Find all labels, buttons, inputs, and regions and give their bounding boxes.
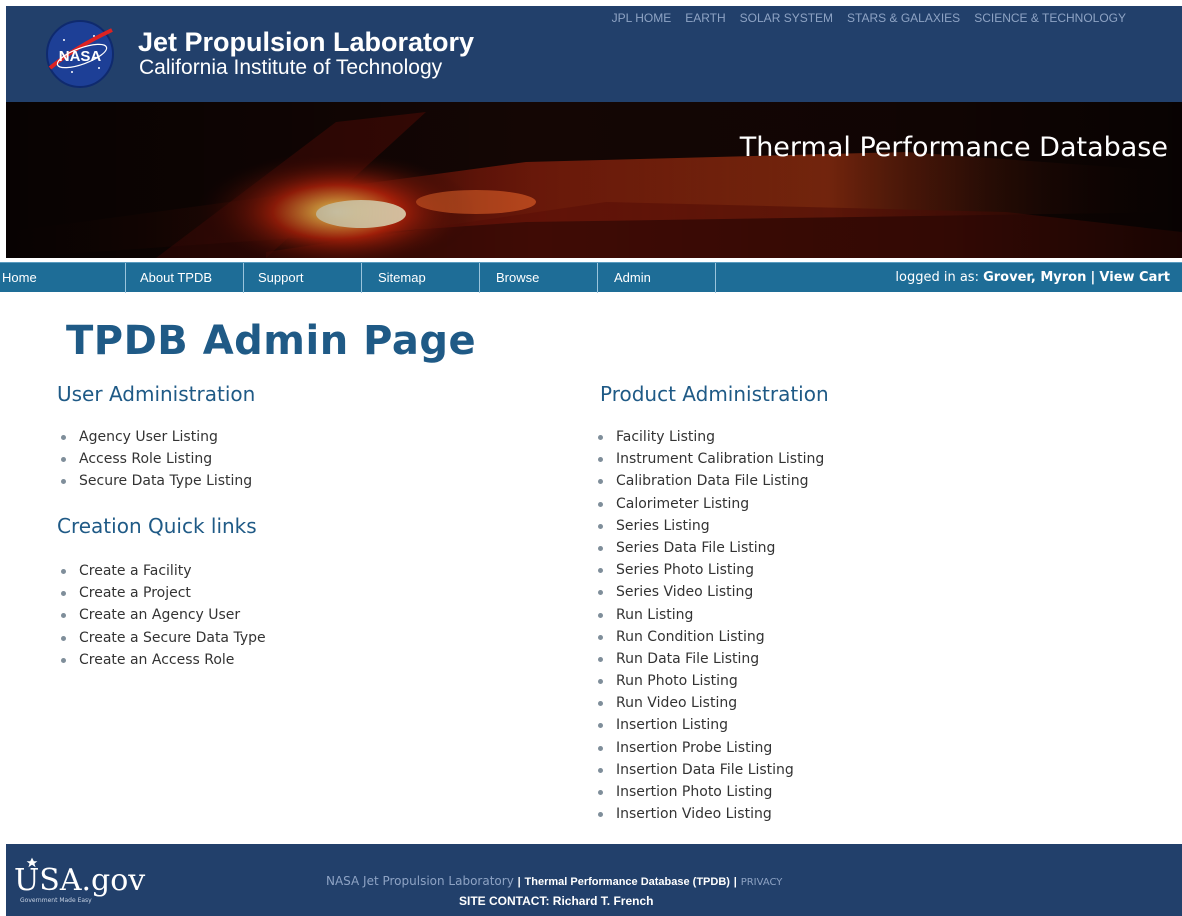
- nasa-logo[interactable]: NASA: [44, 18, 116, 90]
- bullet-icon: [598, 812, 603, 818]
- nav-about-tpdb[interactable]: About TPDB: [126, 263, 244, 293]
- link-create-secure-data-type[interactable]: Create a Secure Data Type: [57, 627, 266, 649]
- link-run-condition-listing[interactable]: Run Condition Listing: [594, 626, 824, 648]
- link-series-video-listing[interactable]: Series Video Listing: [594, 581, 824, 603]
- nav-browse[interactable]: Browse: [480, 263, 598, 293]
- link-series-photo-listing[interactable]: Series Photo Listing: [594, 559, 824, 581]
- link-run-listing[interactable]: Run Listing: [594, 604, 824, 626]
- link-create-agency-user[interactable]: Create an Agency User: [57, 604, 266, 626]
- link-insertion-photo-listing[interactable]: Insertion Photo Listing: [594, 781, 824, 803]
- link-insertion-video-listing[interactable]: Insertion Video Listing: [594, 803, 824, 825]
- nav-admin[interactable]: Admin: [598, 263, 716, 293]
- user-admin-list: Agency User Listing Access Role Listing …: [57, 426, 252, 493]
- bullet-icon: [61, 479, 66, 485]
- bullet-icon: [598, 723, 603, 729]
- svg-text:NASA: NASA: [59, 48, 102, 65]
- link-secure-data-type-listing[interactable]: Secure Data Type Listing: [57, 470, 252, 492]
- jpl-title[interactable]: Jet Propulsion Laboratory: [138, 28, 474, 56]
- bullet-icon: [598, 545, 603, 551]
- footer-site-contact[interactable]: SITE CONTACT: Richard T. French: [459, 894, 653, 908]
- link-agency-user-listing[interactable]: Agency User Listing: [57, 426, 252, 448]
- link-run-data-file-listing[interactable]: Run Data File Listing: [594, 648, 824, 670]
- bullet-icon: [598, 656, 603, 662]
- top-links: JPL HOME EARTH SOLAR SYSTEM STARS & GALA…: [612, 11, 1126, 25]
- page-title: TPDB Admin Page: [66, 318, 477, 364]
- product-admin-list: Facility Listing Instrument Calibration …: [594, 426, 824, 825]
- bullet-icon: [598, 479, 603, 485]
- bullet-icon: [598, 457, 603, 463]
- footer-privacy-link[interactable]: PRIVACY: [741, 877, 783, 888]
- bullet-icon: [598, 568, 603, 574]
- top-link-earth[interactable]: EARTH: [685, 11, 725, 25]
- bullet-icon: [598, 501, 603, 507]
- bullet-icon: [61, 591, 66, 597]
- user-admin-heading: User Administration: [57, 382, 256, 406]
- bullet-icon: [598, 679, 603, 685]
- footer-sep-1: |: [517, 876, 521, 888]
- login-status: logged in as: Grover, Myron | View Cart: [895, 263, 1170, 293]
- link-instrument-calibration-listing[interactable]: Instrument Calibration Listing: [594, 448, 824, 470]
- view-cart-link[interactable]: View Cart: [1099, 270, 1170, 285]
- top-link-solar-system[interactable]: SOLAR SYSTEM: [740, 11, 833, 25]
- banner-image: [6, 102, 1182, 258]
- nav-sitemap[interactable]: Sitemap: [362, 263, 480, 293]
- link-access-role-listing[interactable]: Access Role Listing: [57, 448, 252, 470]
- banner: Thermal Performance Database: [6, 102, 1182, 258]
- usa-gov-logo[interactable]: USA.gov Government Made Easy: [12, 856, 182, 906]
- top-link-stars-galaxies[interactable]: STARS & GALAXIES: [847, 11, 960, 25]
- bullet-icon: [61, 635, 66, 641]
- bullet-icon: [598, 701, 603, 707]
- link-calorimeter-listing[interactable]: Calorimeter Listing: [594, 493, 824, 515]
- bullet-icon: [61, 435, 66, 440]
- link-series-data-file-listing[interactable]: Series Data File Listing: [594, 537, 824, 559]
- login-separator: |: [1090, 270, 1096, 285]
- creation-quick-links-heading: Creation Quick links: [57, 514, 257, 538]
- link-create-project[interactable]: Create a Project: [57, 582, 266, 604]
- bullet-icon: [598, 790, 603, 795]
- user-name-link[interactable]: Grover, Myron: [983, 270, 1086, 285]
- bullet-icon: [598, 612, 603, 618]
- footer-tpdb-text: Thermal Performance Database (TPDB): [524, 876, 730, 888]
- link-series-listing[interactable]: Series Listing: [594, 515, 824, 537]
- link-insertion-listing[interactable]: Insertion Listing: [594, 714, 824, 736]
- bullet-icon: [598, 634, 603, 640]
- link-create-facility[interactable]: Create a Facility: [57, 560, 266, 582]
- link-insertion-probe-listing[interactable]: Insertion Probe Listing: [594, 737, 824, 759]
- bullet-icon: [598, 745, 603, 751]
- bullet-icon: [598, 590, 603, 596]
- bullet-icon: [61, 569, 66, 574]
- login-prefix: logged in as:: [895, 270, 979, 285]
- creation-links-list: Create a Facility Create a Project Creat…: [57, 560, 266, 671]
- nav-support[interactable]: Support: [244, 263, 362, 293]
- link-run-video-listing[interactable]: Run Video Listing: [594, 692, 824, 714]
- site-header: NASA Jet Propulsion Laboratory Californi…: [6, 6, 1182, 102]
- link-facility-listing[interactable]: Facility Listing: [594, 426, 824, 448]
- bullet-icon: [61, 657, 66, 663]
- nav-home[interactable]: Home: [0, 263, 126, 293]
- link-calibration-data-file-listing[interactable]: Calibration Data File Listing: [594, 470, 824, 492]
- top-link-science-technology[interactable]: SCIENCE & TECHNOLOGY: [974, 11, 1126, 25]
- bullet-icon: [61, 457, 66, 463]
- svg-text:Government Made Easy: Government Made Easy: [20, 897, 92, 904]
- bullet-icon: [61, 613, 66, 619]
- main-nav: Home About TPDB Support Sitemap Browse A…: [0, 262, 1182, 293]
- footer-jpl-link[interactable]: NASA Jet Propulsion Laboratory: [326, 874, 514, 888]
- jpl-subtitle: California Institute of Technology: [139, 56, 443, 79]
- product-admin-heading: Product Administration: [600, 382, 829, 406]
- top-link-jpl-home[interactable]: JPL HOME: [612, 11, 672, 25]
- banner-title: Thermal Performance Database: [739, 132, 1168, 163]
- bullet-icon: [598, 767, 603, 773]
- footer-links: NASA Jet Propulsion Laboratory | Thermal…: [326, 874, 782, 888]
- footer-sep-2: |: [733, 876, 737, 888]
- bullet-icon: [598, 435, 603, 440]
- link-run-photo-listing[interactable]: Run Photo Listing: [594, 670, 824, 692]
- link-create-access-role[interactable]: Create an Access Role: [57, 649, 266, 671]
- bullet-icon: [598, 523, 603, 529]
- svg-text:USA.gov: USA.gov: [14, 863, 145, 898]
- site-footer: USA.gov Government Made Easy NASA Jet Pr…: [6, 844, 1182, 916]
- link-insertion-data-file-listing[interactable]: Insertion Data File Listing: [594, 759, 824, 781]
